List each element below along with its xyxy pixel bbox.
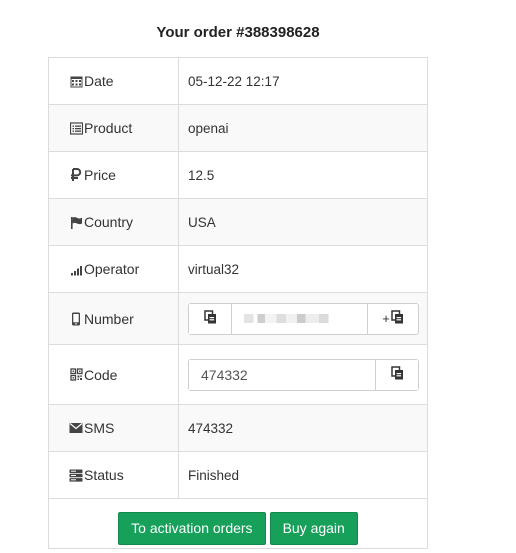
copy-number-button[interactable] (189, 303, 231, 334)
country-label: Country (84, 214, 134, 230)
signal-icon (69, 262, 83, 276)
copy-code-button[interactable] (376, 359, 418, 390)
date-label: Date (84, 73, 114, 89)
date-value: 05-12-22 12:17 (178, 57, 428, 105)
number-input-group: + (188, 302, 419, 335)
table-row-country: Country USA (48, 198, 428, 246)
country-value: USA (178, 198, 428, 246)
order-details-table: Date 05-12-22 12:17 Product openai Price… (48, 57, 428, 549)
redacted-number (244, 314, 340, 323)
price-value: 12.5 (178, 151, 428, 199)
operator-label: Operator (84, 261, 140, 277)
server-icon (69, 468, 83, 482)
status-value: Finished (178, 451, 428, 499)
flag-icon (69, 215, 83, 229)
activation-orders-button[interactable]: To activation orders (118, 511, 266, 545)
buy-again-button[interactable]: Buy again (269, 511, 358, 545)
table-row-status: Status Finished (48, 451, 428, 499)
code-label: Code (84, 366, 118, 383)
list-icon (69, 121, 83, 135)
table-row-date: Date 05-12-22 12:17 (48, 57, 428, 105)
product-value: openai (178, 104, 428, 152)
price-label: Price (84, 167, 116, 183)
table-row-code: Code 474332 (48, 344, 428, 405)
envelope-icon (69, 421, 83, 435)
phone-icon (69, 312, 83, 326)
code-field[interactable]: 474332 (189, 359, 376, 390)
sms-value: 474332 (178, 404, 428, 452)
table-row-price: Price 12.5 (48, 151, 428, 199)
phone-number-field[interactable] (231, 303, 368, 334)
table-row-sms: SMS 474332 (48, 404, 428, 452)
copy-number-with-plus-button[interactable]: + (368, 304, 418, 334)
product-label: Product (84, 120, 133, 136)
code-input-group: 474332 (188, 358, 419, 391)
copy-icon (391, 310, 404, 327)
table-row-operator: Operator virtual32 (48, 245, 428, 293)
calendar-icon (69, 74, 83, 88)
table-row-actions: To activation orders Buy again (48, 498, 428, 549)
ruble-icon (69, 168, 83, 182)
order-title: Your order #388398628 (156, 24, 320, 41)
sms-label: SMS (84, 420, 115, 436)
table-row-number: Number + (48, 292, 428, 345)
plus-label: + (382, 311, 390, 326)
table-row-product: Product openai (48, 104, 428, 152)
operator-value: virtual32 (178, 245, 428, 293)
copy-icon (203, 310, 217, 327)
qrcode-icon (69, 368, 83, 382)
status-label: Status (84, 467, 124, 483)
number-label: Number (84, 310, 134, 327)
copy-icon (390, 366, 404, 383)
